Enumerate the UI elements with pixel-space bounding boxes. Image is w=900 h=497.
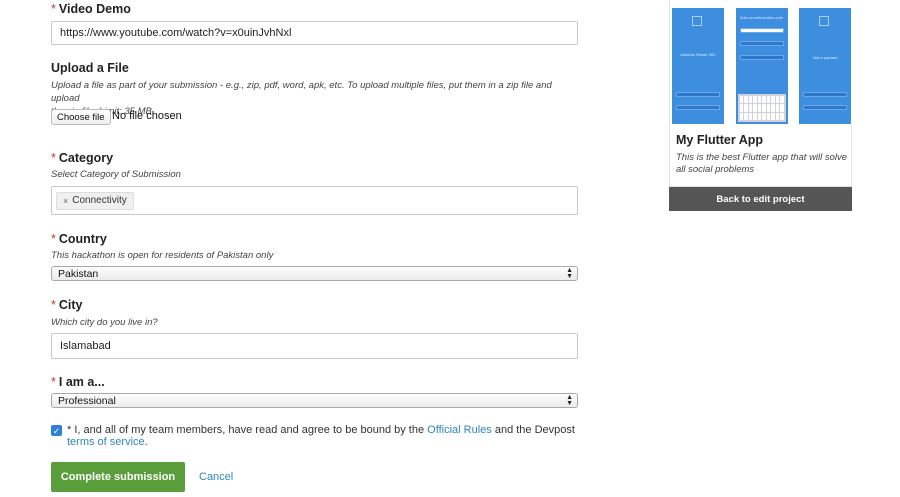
required-mark: * bbox=[51, 232, 56, 246]
screenshot-1: Authorize Reader SDK bbox=[672, 8, 724, 124]
choose-file-button[interactable]: Choose file bbox=[51, 109, 111, 125]
required-mark: * bbox=[51, 375, 56, 389]
screen-bar bbox=[676, 92, 720, 97]
country-label-text: Country bbox=[58, 232, 107, 246]
remove-tag-icon[interactable]: × bbox=[63, 196, 68, 206]
required-mark: * bbox=[51, 151, 56, 165]
category-label: * Category bbox=[51, 151, 113, 165]
country-hint: This hackathon is open for residents of … bbox=[51, 250, 274, 261]
required-mark: * bbox=[51, 298, 56, 312]
country-select[interactable]: Pakistan ▲ ▼ bbox=[51, 266, 578, 281]
screen-bar bbox=[739, 55, 784, 60]
select-arrows-icon: ▲ ▼ bbox=[566, 393, 573, 407]
city-input[interactable]: Islamabad bbox=[51, 333, 578, 359]
country-value: Pakistan bbox=[58, 267, 99, 280]
video-demo-value: https://www.youtube.com/watch?v=x0uinJvh… bbox=[60, 27, 292, 39]
upload-label: Upload a File bbox=[51, 61, 129, 75]
city-label-text: City bbox=[58, 298, 83, 312]
select-arrows-icon: ▲ ▼ bbox=[566, 266, 573, 280]
category-multiselect[interactable]: × Connectivity bbox=[51, 186, 578, 215]
iam-select[interactable]: Professional ▲ ▼ bbox=[51, 393, 578, 408]
screen-bar bbox=[803, 92, 847, 97]
video-demo-input[interactable]: https://www.youtube.com/watch?v=x0uinJvh… bbox=[51, 21, 578, 45]
iam-label-text: I am a... bbox=[58, 375, 105, 389]
agreement-text-middle: and the Devpost bbox=[491, 424, 575, 436]
category-tag-label: Connectivity bbox=[72, 195, 127, 206]
project-screenshots: Authorize Reader SDK Enter an authorizat… bbox=[670, 0, 853, 124]
project-title: My Flutter App bbox=[676, 133, 764, 147]
screenshot-caption: Take a payment bbox=[812, 56, 838, 60]
keyboard-icon bbox=[737, 94, 786, 122]
screen-bar bbox=[803, 105, 847, 110]
screen-bar bbox=[676, 105, 720, 110]
screenshot-caption: Authorize Reader SDK bbox=[680, 53, 716, 57]
city-label: * City bbox=[51, 298, 83, 312]
screenshot-2: Enter an authorization code bbox=[735, 8, 788, 124]
app-icon bbox=[692, 16, 702, 26]
screen-input bbox=[739, 28, 784, 33]
country-label: * Country bbox=[51, 232, 107, 246]
screenshot-caption: Enter an authorization code bbox=[740, 16, 783, 20]
upload-hint-line1: Upload a file as part of your submission… bbox=[51, 80, 552, 104]
agreement: ✓ * I, and all of my team members, have … bbox=[51, 424, 578, 448]
category-label-text: Category bbox=[58, 151, 114, 165]
video-demo-label-text: Video Demo bbox=[58, 2, 131, 16]
iam-value: Professional bbox=[58, 394, 116, 407]
project-card: Authorize Reader SDK Enter an authorizat… bbox=[669, 0, 853, 211]
cancel-link[interactable]: Cancel bbox=[199, 471, 233, 483]
category-hint: Select Category of Submission bbox=[51, 169, 181, 180]
video-demo-label: * Video Demo bbox=[51, 2, 131, 16]
city-hint: Which city do you live in? bbox=[51, 317, 158, 328]
complete-submission-button[interactable]: Complete submission bbox=[51, 462, 185, 492]
category-tag: × Connectivity bbox=[56, 191, 134, 210]
agreement-checkbox[interactable]: ✓ bbox=[51, 425, 62, 436]
terms-of-service-link[interactable]: terms of service bbox=[67, 436, 145, 448]
screen-bar bbox=[739, 41, 784, 46]
agreement-suffix: . bbox=[144, 436, 148, 448]
official-rules-link[interactable]: Official Rules bbox=[427, 424, 492, 436]
screenshot-3: Take a payment bbox=[799, 8, 851, 124]
back-to-edit-button[interactable]: Back to edit project bbox=[669, 187, 852, 211]
city-value: Islamabad bbox=[60, 340, 111, 352]
agreement-text: * I, and all of my team members, have re… bbox=[67, 424, 428, 436]
project-description: This is the best Flutter app that will s… bbox=[676, 152, 848, 175]
required-mark: * bbox=[51, 2, 56, 16]
app-icon bbox=[819, 16, 829, 26]
no-file-text: No file chosen bbox=[112, 110, 182, 122]
project-card-body: Authorize Reader SDK Enter an authorizat… bbox=[669, 0, 853, 187]
iam-label: * I am a... bbox=[51, 375, 105, 389]
